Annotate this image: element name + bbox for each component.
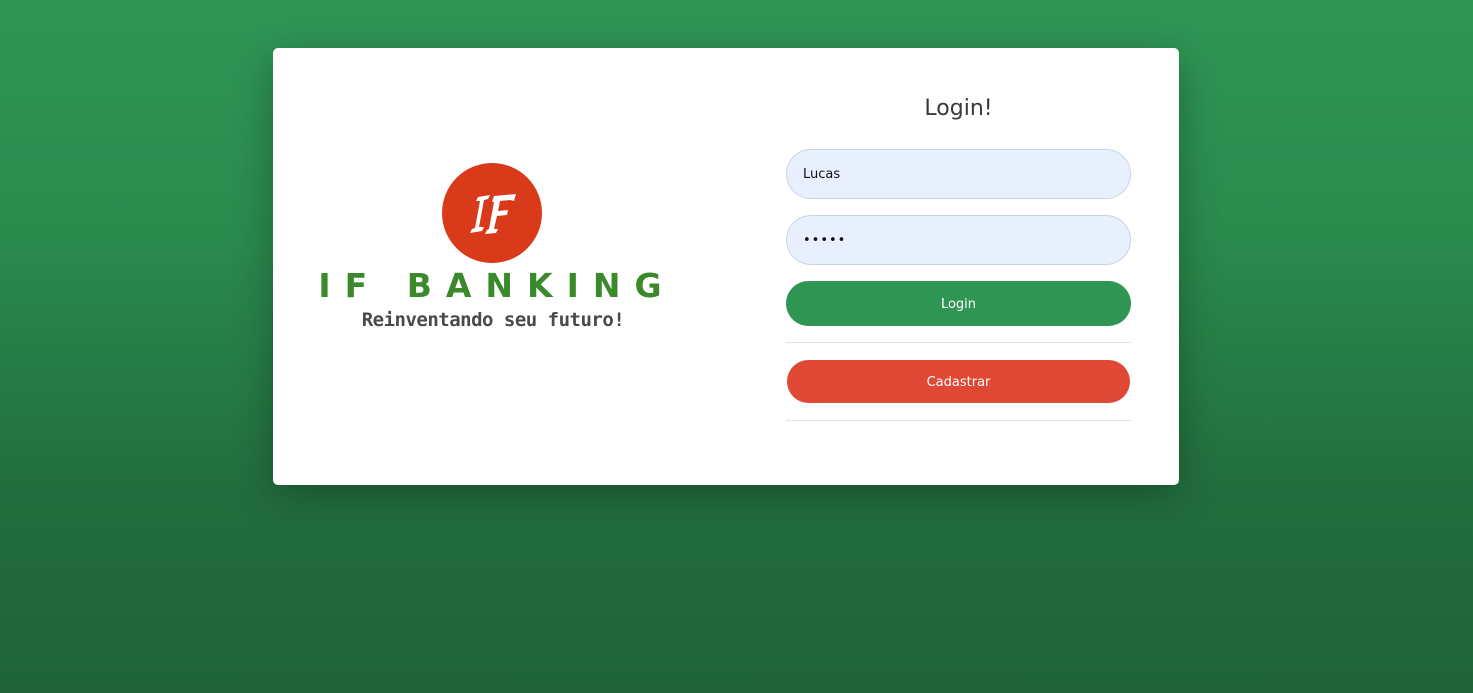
login-button[interactable]: Login [786,281,1131,326]
brand-name: IF BANKING [318,266,676,305]
register-button[interactable]: Cadastrar [787,360,1130,403]
login-card: IF BANKING Reinventando seu futuro! Logi… [273,48,1179,485]
password-input[interactable] [786,215,1131,265]
divider [786,420,1131,421]
brand-logo-icon [442,163,542,263]
form-title: Login! [924,96,993,121]
username-input[interactable] [786,149,1131,199]
if-monogram-icon [470,194,516,234]
brand-logo-area: IF BANKING Reinventando seu futuro! [273,48,713,485]
divider [786,342,1131,343]
brand-tagline: Reinventando seu futuro! [361,309,625,331]
login-form: Login! Login Cadastrar [786,48,1131,485]
